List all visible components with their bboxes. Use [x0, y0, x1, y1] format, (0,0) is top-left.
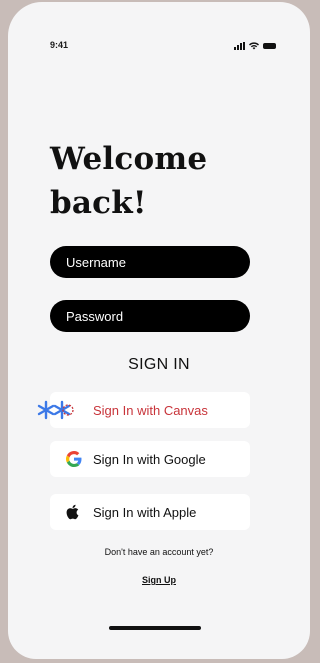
phone-screen: 9:41 Welcome back! SIGN IN	[8, 2, 310, 659]
sign-in-with-apple-button[interactable]: Sign In with Apple	[50, 494, 250, 530]
canvas-button-label: Sign In with Canvas	[93, 402, 208, 418]
battery-icon	[263, 43, 276, 49]
google-icon	[66, 451, 82, 467]
cellular-signal-icon	[234, 42, 245, 50]
sign-in-with-canvas-button[interactable]: Sign In with Canvas	[37, 392, 250, 428]
canvas-icon	[37, 400, 74, 420]
status-time: 9:41	[50, 40, 69, 50]
home-indicator[interactable]	[109, 626, 201, 630]
apple-button-label: Sign In with Apple	[93, 504, 197, 520]
username-field[interactable]	[50, 246, 250, 278]
account-prompt: Don't have an account yet?	[104, 547, 214, 557]
password-field[interactable]	[50, 300, 250, 332]
sign-in-button[interactable]: SIGN IN	[8, 356, 310, 374]
sign-up-link[interactable]: Sign Up	[8, 575, 310, 585]
wifi-icon	[249, 42, 259, 50]
apple-icon	[66, 504, 79, 520]
google-button-label: Sign In with Google	[93, 451, 206, 467]
status-bar: 9:41	[8, 40, 310, 56]
page-title: Welcome back!	[50, 141, 208, 221]
status-icons	[234, 42, 276, 50]
sign-in-with-google-button[interactable]: Sign In with Google	[50, 441, 250, 477]
